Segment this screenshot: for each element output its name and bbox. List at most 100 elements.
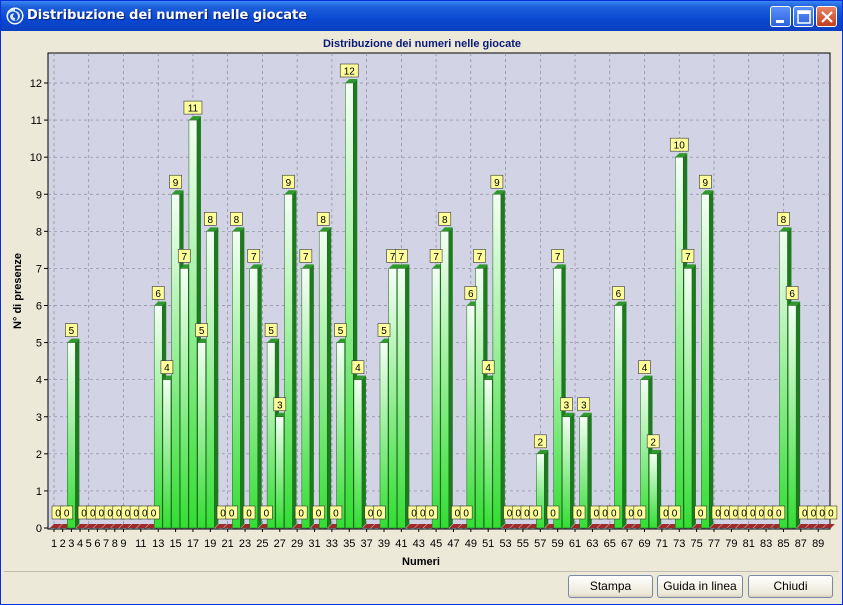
bar: [266, 342, 276, 529]
data-label: 0: [668, 505, 681, 520]
stampa-button[interactable]: Stampa: [568, 575, 653, 598]
y-tick-label: 3: [36, 412, 42, 424]
data-label-text: 0: [515, 509, 521, 520]
y-tick-label: 5: [36, 338, 42, 350]
bar: [162, 379, 172, 529]
data-label-text: 2: [650, 437, 656, 448]
data-label-text: 0: [628, 509, 634, 520]
bar-side: [500, 190, 505, 528]
title-bar[interactable]: Distribuzione dei numeri nelle giocate: [1, 1, 842, 31]
bar-group: [318, 227, 332, 529]
y-tick-label: 8: [36, 226, 42, 238]
data-label: 6: [785, 286, 799, 300]
x-tick-label: 5: [86, 538, 92, 550]
data-label-text: 0: [90, 509, 96, 520]
data-label-text: 0: [429, 509, 435, 520]
bar-side: [292, 190, 297, 528]
x-tick-label: 4: [77, 538, 83, 550]
main-window: Distribuzione dei numeri nelle giocate D…: [0, 0, 843, 605]
data-label-text: 11: [188, 104, 199, 115]
data-label-text: 0: [672, 509, 678, 520]
data-label-text: 6: [468, 289, 474, 300]
chart-area: Distribuzione dei numeri nelle giocate 0 1…: [4, 31, 839, 571]
data-label-text: 0: [463, 509, 469, 520]
bar-group: [353, 375, 366, 529]
minimize-button[interactable]: [770, 6, 791, 27]
x-tick-label: 7: [103, 538, 109, 550]
data-label: 7: [177, 249, 191, 263]
x-tick-label: 53: [499, 538, 511, 550]
data-label: 0: [225, 505, 238, 520]
data-label: 0: [260, 505, 273, 520]
bar: [318, 231, 328, 529]
data-label-text: 0: [611, 509, 617, 520]
data-label: 0: [312, 505, 325, 520]
data-label-text: 0: [125, 509, 131, 520]
y-tick-label: 1: [36, 486, 42, 498]
data-label-text: 7: [399, 252, 405, 263]
data-label-text: 0: [368, 509, 374, 520]
data-label-text: 0: [698, 509, 704, 520]
data-label-text: 8: [442, 215, 448, 226]
bar: [180, 268, 189, 529]
bar: [397, 268, 406, 529]
bar-side: [622, 301, 627, 528]
x-tick-label: 67: [621, 538, 633, 550]
minimize-icon: [776, 20, 784, 23]
y-tick-label: 2: [36, 449, 42, 461]
bar-side: [75, 338, 80, 528]
data-label-text: 6: [789, 289, 795, 300]
x-tick-label: 71: [656, 538, 668, 550]
data-label-text: 8: [208, 215, 214, 226]
data-label: 0: [572, 505, 586, 520]
data-label-text: 0: [663, 509, 669, 520]
bar-group: [232, 227, 245, 529]
data-label: 4: [351, 360, 365, 374]
data-label-text: 0: [802, 509, 808, 520]
data-label: 0: [425, 505, 438, 520]
x-tick-label: 6: [94, 538, 100, 550]
data-label: 7: [551, 249, 564, 263]
x-tick-label: 41: [395, 538, 407, 550]
bar: [483, 379, 493, 529]
bar-group: [614, 301, 627, 529]
data-label-text: 0: [81, 509, 87, 520]
data-label: 8: [230, 212, 243, 226]
guida-in-linea-button[interactable]: Guida in linea: [657, 575, 743, 598]
bar: [153, 305, 163, 529]
x-tick-label: 81: [743, 538, 755, 550]
data-label: 0: [824, 505, 838, 520]
x-tick-label: 59: [552, 538, 564, 550]
data-label: 8: [204, 212, 217, 226]
data-label: 3: [560, 397, 573, 411]
bar-group: [397, 264, 410, 529]
bar: [206, 231, 215, 529]
bar-side: [796, 301, 801, 528]
data-label-text: 0: [116, 509, 122, 520]
x-tick-label: 77: [708, 538, 720, 550]
bar-group: [701, 190, 714, 529]
data-label-text: 5: [381, 326, 387, 337]
close-button[interactable]: [816, 6, 837, 27]
maximize-button[interactable]: [793, 6, 814, 27]
data-label-text: 7: [181, 252, 187, 263]
data-label-text: 0: [811, 509, 817, 520]
data-label-text: 5: [199, 326, 205, 337]
data-label-text: 5: [268, 326, 274, 337]
data-label: 9: [490, 174, 504, 189]
data-label: 0: [373, 505, 386, 520]
chiudi-button[interactable]: Chiudi: [748, 575, 833, 598]
data-label: 0: [694, 505, 707, 520]
data-label-text: 0: [455, 509, 461, 520]
data-label: 8: [777, 212, 790, 226]
bar: [648, 453, 658, 529]
data-label-text: 8: [320, 215, 326, 226]
x-tick-label: 39: [378, 538, 390, 550]
bar-side: [405, 264, 410, 528]
data-label-text: 0: [333, 509, 339, 520]
bar-side: [361, 375, 366, 528]
data-label-text: 4: [164, 363, 170, 374]
bar: [301, 268, 311, 529]
close-icon: [821, 11, 833, 23]
data-label-text: 9: [286, 178, 292, 189]
